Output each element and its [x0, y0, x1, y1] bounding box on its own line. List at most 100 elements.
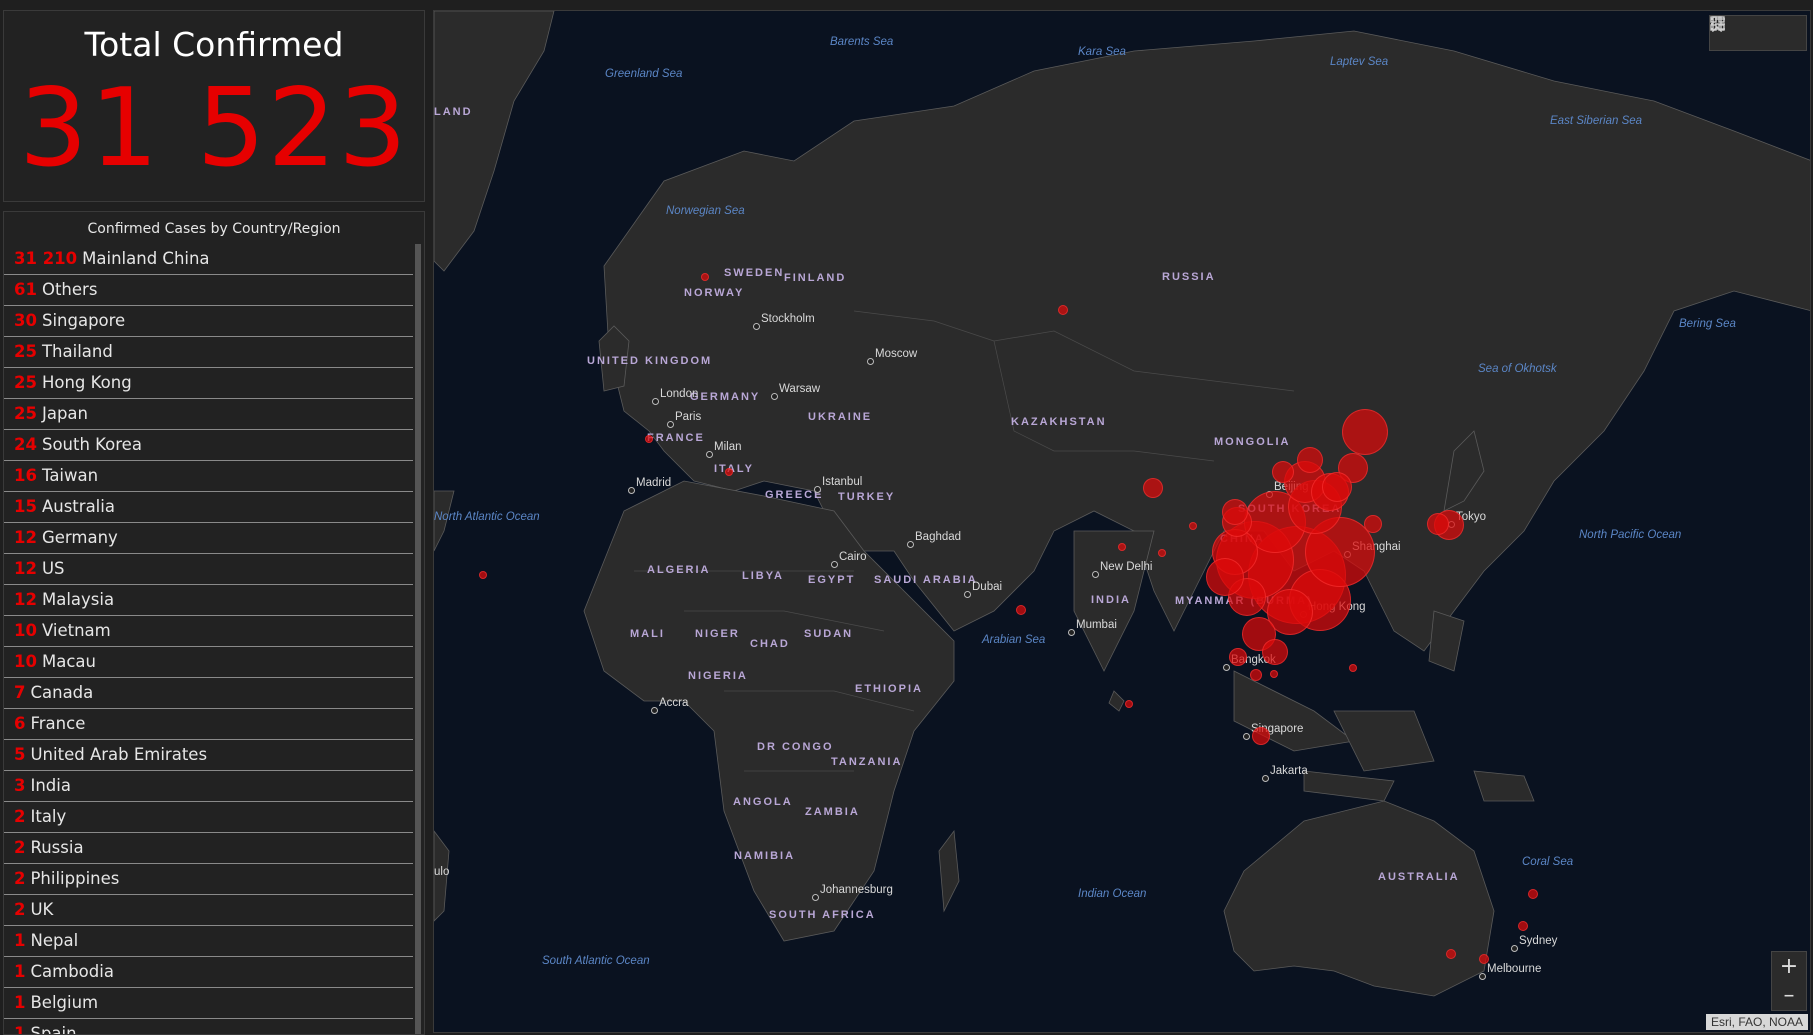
case-bubble[interactable] — [1322, 472, 1352, 502]
country-row[interactable]: 25 Japan — [4, 399, 413, 430]
country-count: 3 — [14, 776, 26, 795]
city-marker — [831, 561, 838, 568]
country-row[interactable]: 12 US — [4, 554, 413, 585]
case-bubble[interactable] — [1349, 664, 1357, 672]
country-row[interactable]: 30 Singapore — [4, 306, 413, 337]
country-label: SAUDI ARABIA — [874, 574, 978, 586]
country-row[interactable]: 25 Thailand — [4, 337, 413, 368]
country-row[interactable]: 1 Spain — [4, 1019, 413, 1034]
country-count: 2 — [14, 900, 26, 919]
country-name: Taiwan — [41, 466, 99, 485]
case-bubble[interactable] — [1252, 727, 1270, 745]
country-count: 30 — [14, 311, 37, 330]
case-bubble[interactable] — [1272, 461, 1294, 483]
country-row[interactable]: 10 Vietnam — [4, 616, 413, 647]
country-row[interactable]: 1 Cambodia — [4, 957, 413, 988]
country-label: GERMANY — [690, 391, 761, 403]
country-row[interactable]: 25 Hong Kong — [4, 368, 413, 399]
country-row[interactable]: 12 Malaysia — [4, 585, 413, 616]
case-bubble[interactable] — [1262, 639, 1288, 665]
country-label: ZAMBIA — [805, 806, 860, 818]
city-label: Melbourne — [1487, 963, 1542, 975]
country-row[interactable]: 2 Italy — [4, 802, 413, 833]
city-label: London — [660, 388, 699, 400]
case-bubble[interactable] — [1364, 515, 1382, 533]
country-name: UK — [30, 900, 54, 919]
country-row[interactable]: 31 210 Mainland China — [4, 244, 413, 275]
zoom-controls: + – — [1771, 951, 1807, 1011]
country-row[interactable]: 2 UK — [4, 895, 413, 926]
case-bubble[interactable] — [1158, 549, 1166, 557]
country-row[interactable]: 24 South Korea — [4, 430, 413, 461]
city-marker — [1511, 945, 1518, 952]
city-marker — [964, 591, 971, 598]
map-landmass — [434, 11, 1810, 997]
sea-label: Norwegian Sea — [666, 205, 745, 217]
country-row[interactable]: 12 Germany — [4, 523, 413, 554]
country-row[interactable]: 2 Russia — [4, 833, 413, 864]
country-name: Macau — [41, 652, 96, 671]
case-bubble[interactable] — [1528, 889, 1538, 899]
country-label: EGYPT — [808, 574, 856, 586]
case-bubble[interactable] — [1143, 478, 1163, 498]
case-bubble[interactable] — [1222, 499, 1248, 525]
country-row[interactable]: 1 Nepal — [4, 926, 413, 957]
country-row[interactable]: 15 Australia — [4, 492, 413, 523]
city-marker — [753, 323, 760, 330]
sea-label: East Siberian Sea — [1550, 115, 1643, 127]
country-row[interactable]: 5 United Arab Emirates — [4, 740, 413, 771]
country-row[interactable]: 3 India — [4, 771, 413, 802]
city-label: Jakarta — [1270, 765, 1308, 777]
country-list-panel: Confirmed Cases by Country/Region 31 210… — [3, 211, 425, 1035]
case-bubble[interactable] — [1479, 954, 1489, 964]
world-map[interactable]: RUSSIAKAZAKHSTANMONGOLIACHINAINDIASOUTH … — [433, 10, 1811, 1033]
country-row[interactable]: 1 Belgium — [4, 988, 413, 1019]
sea-label: Barents Sea — [830, 36, 894, 48]
case-bubble[interactable] — [1125, 700, 1133, 708]
country-label: AUSTRALIA — [1378, 871, 1460, 883]
country-count: 16 — [14, 466, 37, 485]
case-bubble[interactable] — [701, 273, 709, 281]
case-bubble[interactable] — [1250, 669, 1262, 681]
city-marker — [1243, 733, 1250, 740]
case-bubble[interactable] — [1427, 513, 1449, 535]
case-bubble[interactable] — [1270, 670, 1278, 678]
country-row[interactable]: 7 Canada — [4, 678, 413, 709]
country-row[interactable]: 16 Taiwan — [4, 461, 413, 492]
case-bubble[interactable] — [1518, 921, 1528, 931]
zoom-in-button[interactable]: + — [1772, 952, 1806, 981]
zoom-out-button[interactable]: – — [1772, 981, 1806, 1010]
city-marker — [651, 707, 658, 714]
case-bubble[interactable] — [1446, 949, 1456, 959]
city-marker — [1068, 629, 1075, 636]
case-bubble[interactable] — [479, 571, 487, 579]
case-bubble[interactable] — [1058, 305, 1068, 315]
city-label: Mumbai — [1076, 619, 1117, 631]
case-bubble[interactable] — [1016, 605, 1026, 615]
city-label: Cairo — [839, 551, 867, 563]
case-bubble[interactable] — [1206, 558, 1244, 596]
city-label: Sydney — [1519, 935, 1558, 947]
country-list-scrollbar[interactable] — [415, 244, 421, 1034]
city-label: Paris — [675, 411, 702, 423]
country-label: RUSSIA — [1162, 271, 1216, 283]
case-bubble[interactable] — [645, 435, 653, 443]
country-count: 2 — [14, 838, 26, 857]
country-name: Others — [41, 280, 98, 299]
city-marker — [1092, 571, 1099, 578]
country-name: US — [41, 559, 65, 578]
case-bubble[interactable] — [1342, 409, 1388, 455]
country-row[interactable]: 10 Macau — [4, 647, 413, 678]
case-bubble[interactable] — [1189, 522, 1197, 530]
country-label: UNITED KINGDOM — [587, 355, 713, 367]
case-bubble[interactable] — [1229, 648, 1247, 666]
case-bubble[interactable] — [1118, 543, 1126, 551]
case-bubble[interactable] — [725, 468, 733, 476]
country-label: NAMIBIA — [734, 850, 796, 862]
country-row[interactable]: 6 France — [4, 709, 413, 740]
map-attribution[interactable]: Esri, FAO, NOAA — [1705, 1014, 1808, 1030]
case-bubble[interactable] — [1297, 447, 1323, 473]
country-row[interactable]: 61 Others — [4, 275, 413, 306]
country-name: India — [30, 776, 71, 795]
country-row[interactable]: 2 Philippines — [4, 864, 413, 895]
